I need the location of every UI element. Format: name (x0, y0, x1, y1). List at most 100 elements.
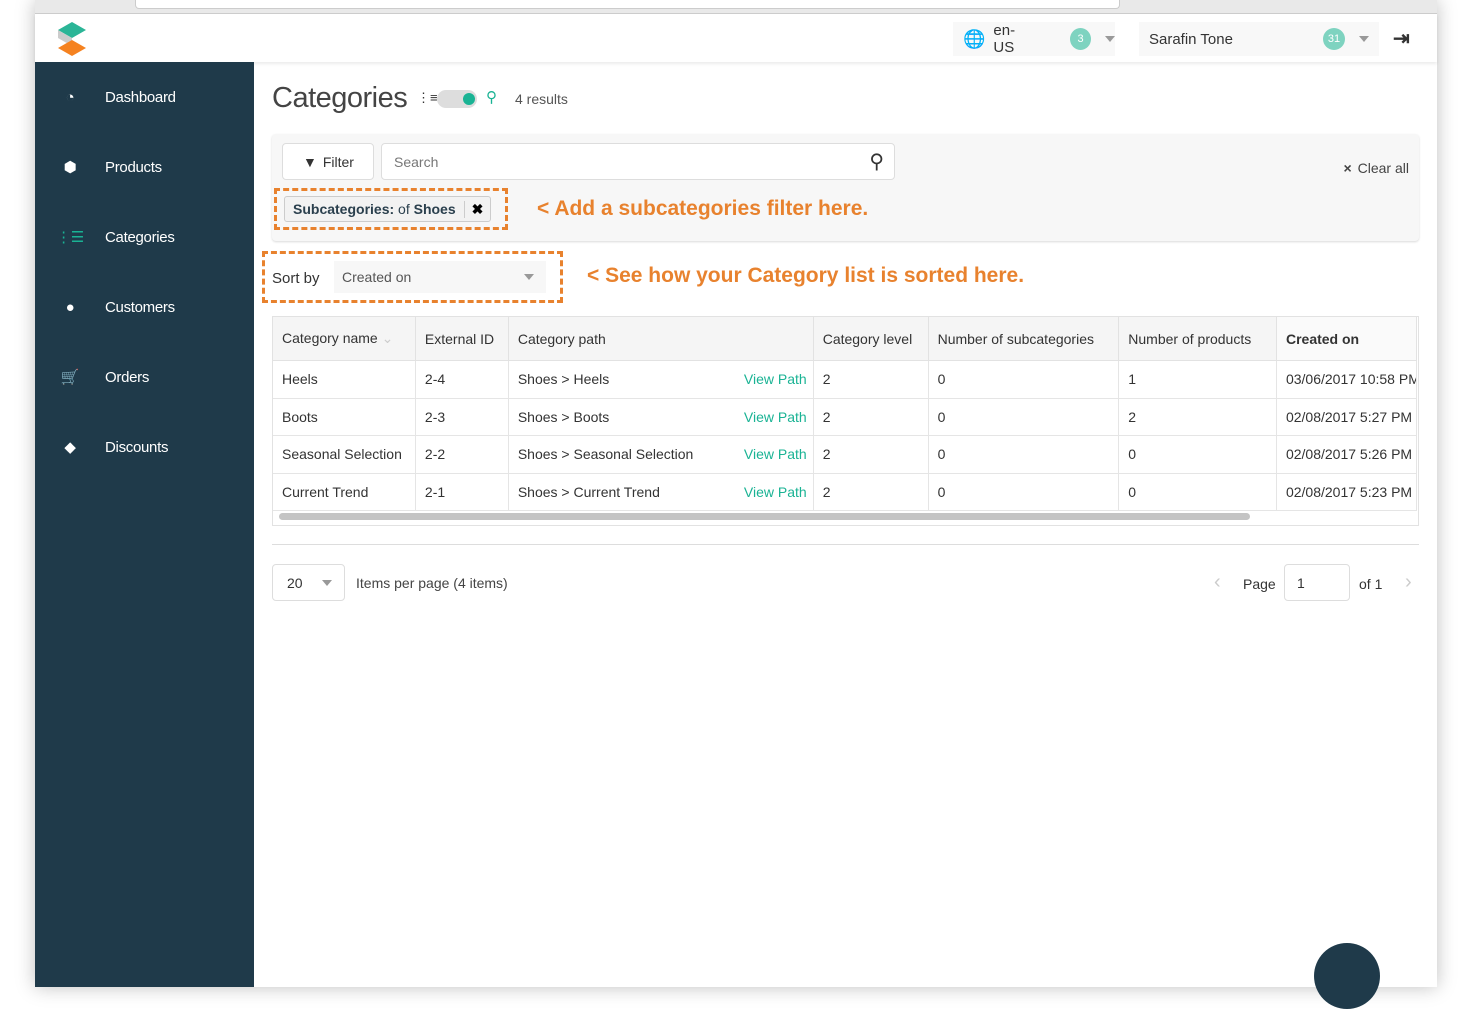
sidebar: ◔ Dashboard ⬢ Products ⋮☰ Categories ● Custo… (35, 62, 254, 987)
page-label: Page (1243, 576, 1276, 592)
cell-subcategories: 0 (927, 435, 1120, 474)
close-icon: × (1343, 160, 1352, 176)
horizontal-scrollbar[interactable] (279, 513, 1250, 520)
cell-created: 02/08/2017 5:26 PM (1275, 435, 1418, 474)
cell-created: 03/06/2017 10:58 PM (1275, 360, 1418, 399)
categories-table: Category name ⌄ External ID Category pat… (273, 317, 1418, 511)
view-path-link[interactable]: View Path (744, 371, 807, 387)
column-header[interactable]: Category name ⌄ (273, 317, 416, 361)
sidebar-item-discounts[interactable]: ◆ Discounts (35, 412, 254, 482)
table-row[interactable]: Current Trend 2-1 Shoes > Current Trend V… (273, 472, 1418, 511)
tag-icon: ◆ (64, 439, 76, 456)
view-path-link[interactable]: View Path (744, 409, 807, 425)
filter-icon: ▼ (303, 153, 317, 170)
view-path-link[interactable]: View Path (744, 446, 807, 462)
items-per-page-label: Items per page (4 items) (356, 575, 508, 591)
column-header[interactable]: Number of subcategories (927, 317, 1120, 361)
per-page-select[interactable]: 20 (272, 564, 345, 601)
column-header[interactable]: Number of products (1118, 317, 1277, 361)
cell-path: Shoes > Heels View Path (507, 360, 814, 399)
column-header[interactable]: Category path (507, 317, 814, 361)
page-input[interactable]: 1 (1284, 564, 1350, 601)
chip-of: of (398, 201, 410, 217)
sidebar-item-label: Discounts (105, 438, 169, 456)
sort-select[interactable]: Created on (334, 261, 546, 293)
cell-external-id: 2-3 (414, 397, 509, 436)
column-header[interactable]: External ID (414, 317, 509, 361)
sidebar-item-orders[interactable]: 🛒 Orders (35, 342, 254, 412)
results-count: 4 results (515, 91, 568, 107)
table-wrapper: Category name ⌄ External ID Category pat… (272, 316, 1419, 526)
view-path-link[interactable]: View Path (744, 484, 807, 500)
filter-chip: Subcategories: of Shoes ✖ (284, 196, 492, 222)
sidebar-item-label: Customers (105, 298, 175, 316)
page-title: Categories (272, 82, 408, 114)
remove-filter-icon[interactable]: ✖ (463, 200, 491, 218)
sort-annotation: < See how your Category list is sorted h… (587, 264, 1025, 287)
search-input[interactable]: Search ⚲ (381, 143, 895, 180)
user-menu[interactable]: Sarafin Tone 31 (1139, 22, 1379, 56)
cell-products: 2 (1118, 397, 1277, 436)
cell-subcategories: 0 (927, 397, 1120, 436)
clear-all-button[interactable]: × Clear all (1343, 160, 1409, 176)
pagination: 20 Items per page (4 items) ‹ Page 1 of … (272, 544, 1419, 601)
path-text: Shoes > Current Trend (517, 483, 660, 500)
locale-label: en-US (993, 22, 1016, 56)
cell-products: 0 (1118, 435, 1277, 474)
chip-value: Shoes (413, 201, 456, 217)
cell-external-id: 2-4 (414, 360, 509, 399)
filter-button[interactable]: ▼ Filter (282, 143, 374, 180)
table-row[interactable]: Seasonal Selection 2-2 Shoes > Seasonal … (273, 435, 1418, 474)
tree-view-icon: ⋮≡ (417, 90, 438, 105)
cell-name: Current Trend (273, 472, 416, 511)
app-header: 🌐 en-US 3 Sarafin Tone 31 ⇥ (35, 14, 1437, 62)
path-text: Shoes > Seasonal Selection (517, 446, 694, 463)
dashboard-icon: ◔ (65, 88, 75, 106)
cell-path: Shoes > Seasonal Selection View Path (507, 435, 814, 474)
chevron-down-icon (1358, 36, 1369, 42)
cell-subcategories: 0 (927, 472, 1120, 511)
table-row[interactable]: Heels 2-4 Shoes > Heels View Path 2 0 1 0… (273, 360, 1418, 399)
user-badge: 31 (1322, 28, 1345, 50)
sidebar-item-label: Dashboard (105, 88, 176, 106)
cell-name: Boots (273, 397, 416, 436)
chevron-down-icon (524, 274, 534, 280)
per-page-value: 20 (287, 574, 303, 591)
search-icon[interactable]: ⚲ (869, 149, 884, 174)
view-toggle[interactable] (437, 90, 477, 108)
cell-level: 2 (812, 472, 929, 511)
table-row[interactable]: Boots 2-3 Shoes > Boots View Path 2 0 2 0… (273, 397, 1418, 436)
app-logo[interactable] (55, 20, 89, 63)
cart-icon: 🛒 (60, 369, 80, 386)
column-header-sorted[interactable]: Created on (1275, 317, 1418, 361)
sidebar-item-products[interactable]: ⬢ Products (35, 132, 254, 202)
logout-icon[interactable]: ⇥ (1393, 26, 1410, 51)
cell-level: 2 (812, 435, 929, 474)
page-value: 1 (1297, 574, 1305, 591)
cell-path: Shoes > Current Trend View Path (507, 472, 814, 511)
cell-name: Heels (273, 360, 416, 399)
browser-window: 🌐 en-US 3 Sarafin Tone 31 ⇥ ◔ Dashboard ⬢… (35, 0, 1437, 987)
header-label: Category name (282, 330, 378, 346)
cell-level: 2 (812, 397, 929, 436)
user-name: Sarafin Tone (1149, 30, 1233, 48)
globe-icon: 🌐 (963, 28, 986, 49)
prev-page-icon[interactable]: ‹ (1214, 571, 1221, 594)
sidebar-item-categories[interactable]: ⋮☰ Categories (35, 202, 254, 272)
page-total: of 1 (1359, 576, 1383, 592)
locale-selector[interactable]: 🌐 en-US 3 (953, 22, 1115, 56)
table-header-row: Category name ⌄ External ID Category pat… (273, 317, 1418, 361)
column-header[interactable]: Category level (812, 317, 929, 361)
sort-label: Sort by (272, 270, 320, 287)
sidebar-item-customers[interactable]: ● Customers (35, 272, 254, 342)
sidebar-item-dashboard[interactable]: ◔ Dashboard (35, 62, 254, 132)
sidebar-item-label: Products (105, 158, 162, 176)
chat-widget-button[interactable] (1314, 943, 1380, 1009)
address-bar[interactable] (135, 0, 1120, 9)
next-page-icon[interactable]: › (1405, 571, 1412, 594)
path-text: Shoes > Heels (517, 371, 610, 388)
cell-external-id: 2-1 (414, 472, 509, 511)
cell-subcategories: 0 (927, 360, 1120, 399)
path-text: Shoes > Boots (517, 408, 610, 425)
cell-products: 1 (1118, 360, 1277, 399)
